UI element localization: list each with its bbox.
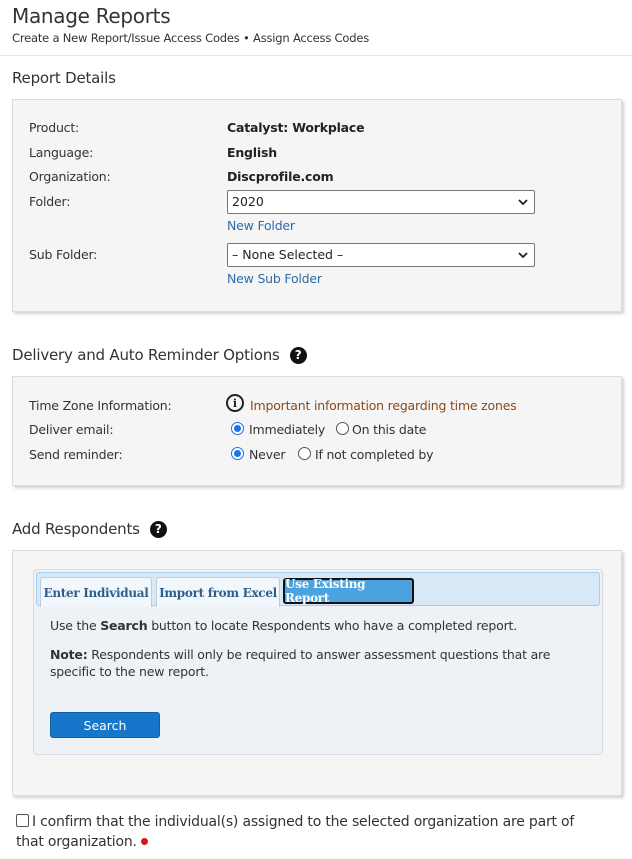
organization-value: Discprofile.com [227, 169, 334, 184]
folder-select-value: 2020 [232, 194, 264, 209]
confirm-checkbox[interactable] [16, 814, 29, 827]
folder-label: Folder: [29, 194, 71, 209]
info-icon[interactable]: i [226, 394, 244, 412]
deliver-on-date-label[interactable]: On this date [352, 422, 427, 437]
delivery-panel: Time Zone Information: i Important infor… [12, 376, 622, 486]
search-keyword: Search [100, 618, 148, 633]
delivery-heading: Delivery and Auto Reminder Options ? [12, 346, 307, 364]
respondents-title: Add Respondents [12, 520, 140, 538]
language-label: Language: [29, 145, 94, 160]
tab-enter-individual[interactable]: Enter Individual [40, 577, 152, 607]
delivery-title: Delivery and Auto Reminder Options [12, 346, 280, 364]
reminder-never-label[interactable]: Never [249, 447, 285, 462]
help-icon[interactable]: ? [149, 520, 167, 538]
sub-folder-select-value: – None Selected – [232, 247, 344, 262]
confirm-row: I confirm that the individual(s) assigne… [16, 812, 606, 852]
send-reminder-label: Send reminder: [29, 447, 123, 462]
sub-folder-select[interactable]: – None Selected – [227, 243, 535, 267]
chevron-down-icon [518, 252, 528, 259]
deliver-on-date-radio[interactable] [336, 422, 349, 435]
respondents-panel: Enter Individual Import from Excel Use E… [12, 550, 622, 796]
deliver-immediately-radio[interactable] [231, 422, 244, 435]
time-zone-info-link[interactable]: Important information regarding time zon… [250, 398, 517, 413]
reminder-if-not-completed-radio[interactable] [298, 447, 311, 460]
product-value: Catalyst: Workplace [227, 120, 365, 135]
report-details-panel: Product: Catalyst: Workplace Language: E… [12, 99, 622, 312]
deliver-immediately-label[interactable]: Immediately [249, 422, 325, 437]
time-zone-label: Time Zone Information: [29, 398, 172, 413]
page-title: Manage Reports [12, 4, 171, 28]
header-divider [0, 55, 632, 56]
new-sub-folder-link[interactable]: New Sub Folder [227, 271, 322, 286]
report-details-title: Report Details [12, 69, 116, 87]
page-subtitle: Create a New Report/Issue Access Codes •… [12, 31, 369, 45]
search-instruction: Use the Search button to locate Responde… [50, 618, 517, 633]
new-folder-link[interactable]: New Folder [227, 218, 295, 233]
reminder-if-not-completed-label[interactable]: If not completed by [315, 447, 434, 462]
language-value: English [227, 145, 277, 160]
report-details-heading: Report Details [12, 69, 116, 87]
organization-label: Organization: [29, 169, 111, 184]
deliver-email-label: Deliver email: [29, 422, 114, 437]
note-text: Note: Respondents will only be required … [50, 647, 551, 679]
tab-strip: Enter Individual Import from Excel Use E… [36, 572, 600, 607]
reminder-never-radio[interactable] [231, 447, 244, 460]
confirm-text[interactable]: I confirm that the individual(s) assigne… [16, 814, 574, 850]
required-indicator [140, 838, 148, 845]
respondents-tabs-box: Enter Individual Import from Excel Use E… [33, 569, 603, 755]
tab-use-existing-report[interactable]: Use Existing Report [283, 577, 414, 605]
sub-folder-label: Sub Folder: [29, 247, 98, 262]
chevron-down-icon [518, 199, 528, 206]
tab-import-from-excel[interactable]: Import from Excel [156, 577, 280, 607]
respondents-heading: Add Respondents ? [12, 520, 167, 538]
product-label: Product: [29, 120, 80, 135]
folder-select[interactable]: 2020 [227, 190, 535, 214]
note-label: Note: [50, 647, 88, 662]
search-button[interactable]: Search [50, 712, 160, 738]
help-icon[interactable]: ? [289, 346, 307, 364]
